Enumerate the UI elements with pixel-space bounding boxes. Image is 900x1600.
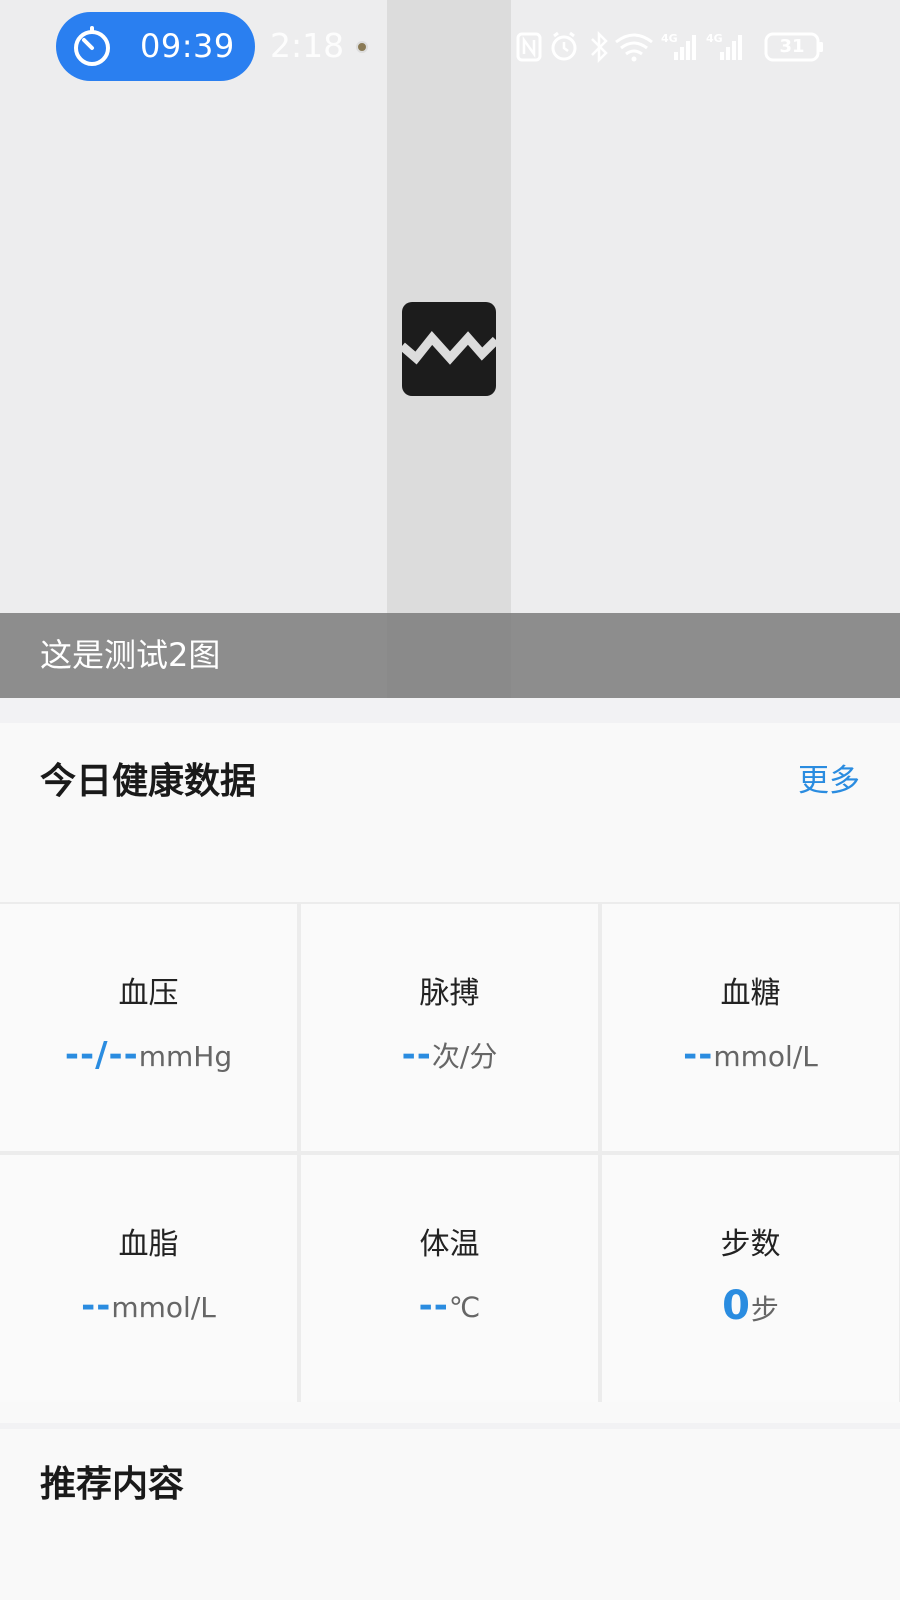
metric-value: --/-- xyxy=(64,1035,139,1075)
status-clock: 2:18 xyxy=(270,26,345,65)
metric-body-temperature[interactable]: 体温 --℃ xyxy=(301,1155,598,1402)
svg-text:4G: 4G xyxy=(706,32,723,45)
metric-steps[interactable]: 步数 0步 xyxy=(602,1155,899,1402)
metric-value-row: --℃ xyxy=(301,1283,598,1335)
metric-value-row: --次/分 xyxy=(301,1032,598,1084)
banner-carousel[interactable]: 这是测试2图 xyxy=(0,0,900,698)
timer-text: 09:39 xyxy=(140,27,235,65)
more-link[interactable]: 更多 xyxy=(798,756,860,806)
banner-caption: 这是测试2图 xyxy=(40,636,221,674)
metric-blood-sugar[interactable]: 血糖 --mmol/L xyxy=(602,904,899,1151)
metric-unit: 步 xyxy=(750,1293,779,1326)
metric-value: -- xyxy=(683,1035,714,1075)
app-screen: 这是测试2图 09:39 2:18 4G 4G 31 今日健康数据 更多 血压 … xyxy=(0,0,900,1600)
timer-icon xyxy=(74,26,110,66)
svg-text:4G: 4G xyxy=(661,32,678,45)
metric-value-row: --mmol/L xyxy=(0,1283,297,1335)
metric-unit: ℃ xyxy=(448,1291,481,1324)
signal-5g-icon: 4G xyxy=(706,32,742,60)
metric-value-row: 0步 xyxy=(602,1283,899,1337)
timer-pill[interactable]: 09:39 xyxy=(56,12,255,81)
notification-dot-icon xyxy=(356,41,368,53)
broken-image-icon xyxy=(402,302,496,396)
health-metrics-grid: 血压 --/--mmHg 脉搏 --次/分 血糖 --mmol/L 血脂 --m… xyxy=(0,902,900,1402)
metric-unit: mmol/L xyxy=(713,1040,818,1073)
metric-value: -- xyxy=(418,1286,449,1326)
signal-4g-icon: 4G xyxy=(661,32,696,60)
battery-level: 31 xyxy=(779,36,805,57)
metric-unit: mmol/L xyxy=(111,1291,216,1324)
metric-label: 血糖 xyxy=(720,976,781,1011)
metric-blood-pressure[interactable]: 血压 --/--mmHg xyxy=(0,904,297,1151)
metric-blood-lipid[interactable]: 血脂 --mmol/L xyxy=(0,1155,297,1402)
metric-label: 血脂 xyxy=(118,1227,179,1262)
metric-label: 血压 xyxy=(118,976,179,1011)
nfc-icon xyxy=(516,32,542,62)
metric-value-row: --/--mmHg xyxy=(0,1032,297,1084)
metric-value: 0 xyxy=(722,1283,751,1329)
metric-pulse[interactable]: 脉搏 --次/分 xyxy=(301,904,598,1151)
metric-value-row: --mmol/L xyxy=(602,1032,899,1084)
wifi-icon xyxy=(615,33,653,62)
recommend-section-title: 推荐内容 xyxy=(40,1464,185,1505)
health-section-title: 今日健康数据 xyxy=(40,761,257,802)
metric-label: 脉搏 xyxy=(419,976,480,1011)
metric-unit: 次/分 xyxy=(431,1040,498,1073)
bluetooth-icon xyxy=(591,30,608,64)
alarm-icon xyxy=(551,31,577,61)
metric-value: -- xyxy=(401,1035,432,1075)
metric-label: 步数 xyxy=(720,1227,781,1262)
metric-value: -- xyxy=(81,1286,112,1326)
metric-label: 体温 xyxy=(419,1227,480,1262)
metric-unit: mmHg xyxy=(138,1040,233,1073)
